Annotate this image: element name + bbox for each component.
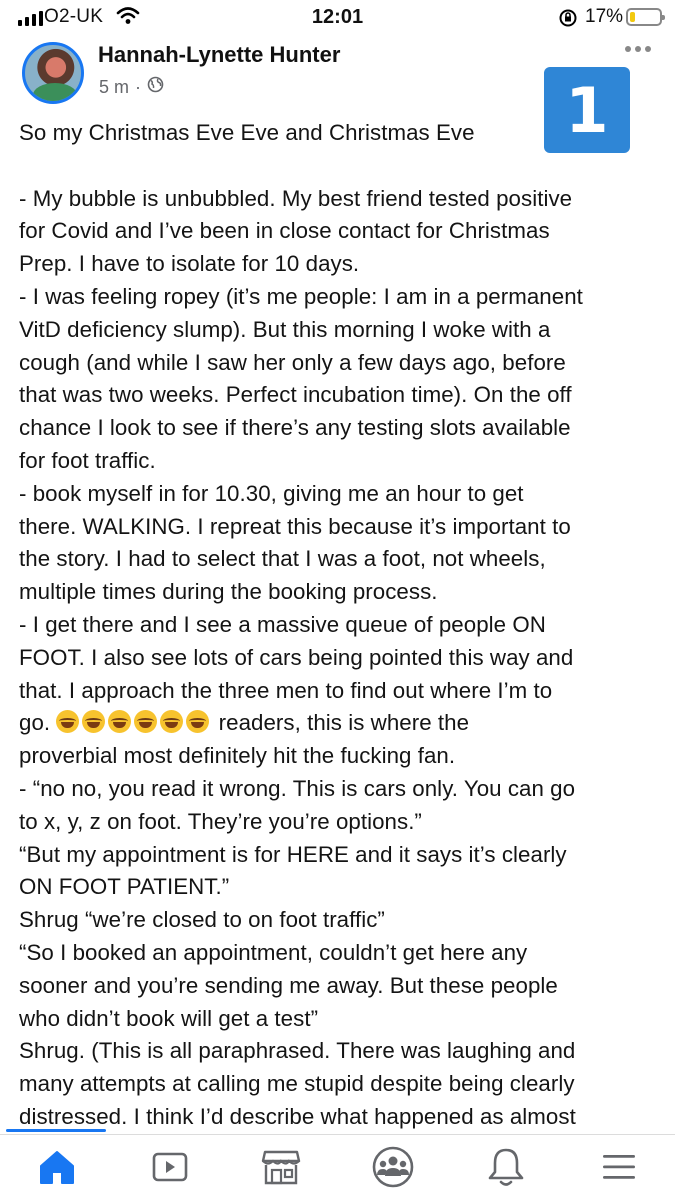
post-text-line-content: - “no no, you read it wrong. This is car…	[19, 775, 576, 801]
post-text-line: for foot traffic.	[19, 445, 659, 478]
post-text-line-content: readers, this is where the	[212, 710, 470, 736]
post-text-line: Shrug. (This is all paraphrased. There w…	[19, 1035, 659, 1068]
post-meta: 5 m ·	[99, 76, 164, 98]
post-text-line: VitD deficiency slump). But this morning…	[19, 314, 659, 347]
post-text-line-content: there. WALKING. I repreat this because i…	[19, 513, 571, 539]
post-text-line: FOOT. I also see lots of cars being poin…	[19, 642, 659, 675]
meta-separator: ·	[135, 76, 142, 97]
post-text-line: - I get there and I see a massive queue …	[19, 609, 659, 642]
rolling-on-floor-laughing-emoji	[134, 710, 158, 734]
globe-icon	[147, 76, 164, 98]
battery-icon	[626, 8, 665, 26]
post-text-line: multiple times during the booking proces…	[19, 576, 659, 609]
post-text-line: Prep. I have to isolate for 10 days.	[19, 248, 659, 281]
post-text: So my Christmas Eve Eve and Christmas Ev…	[19, 117, 659, 1134]
home-icon[interactable]	[35, 1145, 79, 1189]
post-text-line-content: multiple times during the booking proces…	[19, 579, 438, 605]
post-text-line-content: FOOT. I also see lots of cars being poin…	[19, 644, 574, 670]
post-text-line-content: - I was feeling ropey (it’s me people: I…	[19, 283, 583, 309]
post-text-line-content: distressed. I think I’d describe what ha…	[19, 1103, 576, 1129]
post-text-line: - I was feeling ropey (it’s me people: I…	[19, 281, 659, 314]
post-text-line-content: - I get there and I see a massive queue …	[19, 611, 546, 637]
post-text-line: many attempts at calling me stupid despi…	[19, 1068, 659, 1101]
post-text-line: sooner and you’re sending me away. But t…	[19, 970, 659, 1003]
rolling-on-floor-laughing-emoji	[186, 710, 210, 734]
watch-icon[interactable]	[148, 1145, 192, 1189]
post-text-line-content: that. I approach the three men to find o…	[19, 677, 553, 703]
post-text-line: that was two weeks. Perfect incubation t…	[19, 379, 659, 412]
post-text-line-content: VitD deficiency slump). But this morning…	[19, 316, 551, 342]
rolling-on-floor-laughing-emoji	[160, 710, 184, 734]
post-text-line-content: Shrug. (This is all paraphrased. There w…	[19, 1038, 576, 1064]
post-text-line: - My bubble is unbubbled. My best friend…	[19, 183, 659, 216]
post-text-line: distressed. I think I’d describe what ha…	[19, 1101, 659, 1134]
marketplace-icon[interactable]	[259, 1145, 303, 1189]
battery-level-fill	[630, 12, 635, 22]
post-text-line-content: chance I look to see if there’s any test…	[19, 415, 571, 441]
post-text-line-content: go.	[19, 710, 51, 736]
scroll-indicator	[6, 1129, 106, 1132]
status-bar: O2-UK 12:01 17%	[0, 0, 675, 38]
groups-icon[interactable]	[371, 1145, 415, 1189]
post-text-line-content: - book myself in for 10.30, giving me an…	[19, 480, 524, 506]
post-text-line-content: ON FOOT PATIENT.”	[19, 874, 230, 900]
rolling-on-floor-laughing-emoji	[82, 710, 106, 734]
post-text-line: So my Christmas Eve Eve and Christmas Ev…	[19, 117, 659, 150]
battery-percent: 17%	[585, 6, 624, 27]
post-author-name[interactable]: Hannah-Lynette Hunter	[98, 42, 340, 68]
post-text-line-content: Prep. I have to isolate for 10 days.	[19, 251, 360, 277]
post-text-line-content: the story. I had to select that I was a …	[19, 546, 546, 572]
rolling-on-floor-laughing-emoji	[108, 710, 132, 734]
post-text-line: “So I booked an appointment, couldn’t ge…	[19, 937, 659, 970]
post-text-line-content: that was two weeks. Perfect incubation t…	[19, 382, 572, 408]
post-timestamp[interactable]: 5 m	[99, 77, 129, 98]
post-text-line: cough (and while I saw her only a few da…	[19, 347, 659, 380]
post-text-line: go. readers, this is where the	[19, 707, 659, 740]
bottom-nav	[0, 1134, 675, 1200]
post-text-line: chance I look to see if there’s any test…	[19, 412, 659, 445]
post-text-line: to x, y, z on foot. They’re you’re optio…	[19, 806, 659, 839]
more-options-icon[interactable]	[625, 46, 651, 52]
post-text-line-content: - My bubble is unbubbled. My best friend…	[19, 185, 573, 211]
notifications-icon[interactable]	[484, 1145, 528, 1189]
menu-icon[interactable]	[597, 1145, 641, 1189]
post-text-line: - “no no, you read it wrong. This is car…	[19, 773, 659, 806]
post-text-line-content: sooner and you’re sending me away. But t…	[19, 972, 558, 998]
post-text-line-content: “But my appointment is for HERE and it s…	[19, 841, 567, 867]
post-text-line-content: for Covid and I’ve been in close contact…	[19, 218, 550, 244]
post-text-line: the story. I had to select that I was a …	[19, 543, 659, 576]
post-text-line: who didn’t book will get a test”	[19, 1003, 659, 1036]
post-text-line: there. WALKING. I repreat this because i…	[19, 511, 659, 544]
post-text-line-content: who didn’t book will get a test”	[19, 1005, 319, 1031]
post-text-line-content: for foot traffic.	[19, 447, 156, 473]
post-text-line: for Covid and I’ve been in close contact…	[19, 215, 659, 248]
post-text-line-content: proverbial most definitely hit the fucki…	[19, 743, 456, 769]
post-text-line-content: So my Christmas Eve Eve and Christmas Ev…	[19, 120, 475, 145]
post-text-line-content: many attempts at calling me stupid despi…	[19, 1071, 575, 1097]
rotation-lock-icon	[558, 8, 578, 33]
post-text-line: proverbial most definitely hit the fucki…	[19, 740, 659, 773]
post-text-line: - book myself in for 10.30, giving me an…	[19, 478, 659, 511]
avatar[interactable]	[22, 42, 84, 104]
post-text-line-content: cough (and while I saw her only a few da…	[19, 349, 566, 375]
post-text-line-content: to x, y, z on foot. They’re you’re optio…	[19, 808, 422, 834]
post-text-line-content: “So I booked an appointment, couldn’t ge…	[19, 939, 528, 965]
post-text-line: that. I approach the three men to find o…	[19, 675, 659, 708]
rolling-on-floor-laughing-emoji	[56, 710, 80, 734]
post-text-line: ON FOOT PATIENT.”	[19, 871, 659, 904]
post-text-line: “But my appointment is for HERE and it s…	[19, 839, 659, 872]
post-text-line-content: Shrug “we’re closed to on foot traffic”	[19, 907, 385, 933]
post-text-line: Shrug “we’re closed to on foot traffic”	[19, 904, 659, 937]
